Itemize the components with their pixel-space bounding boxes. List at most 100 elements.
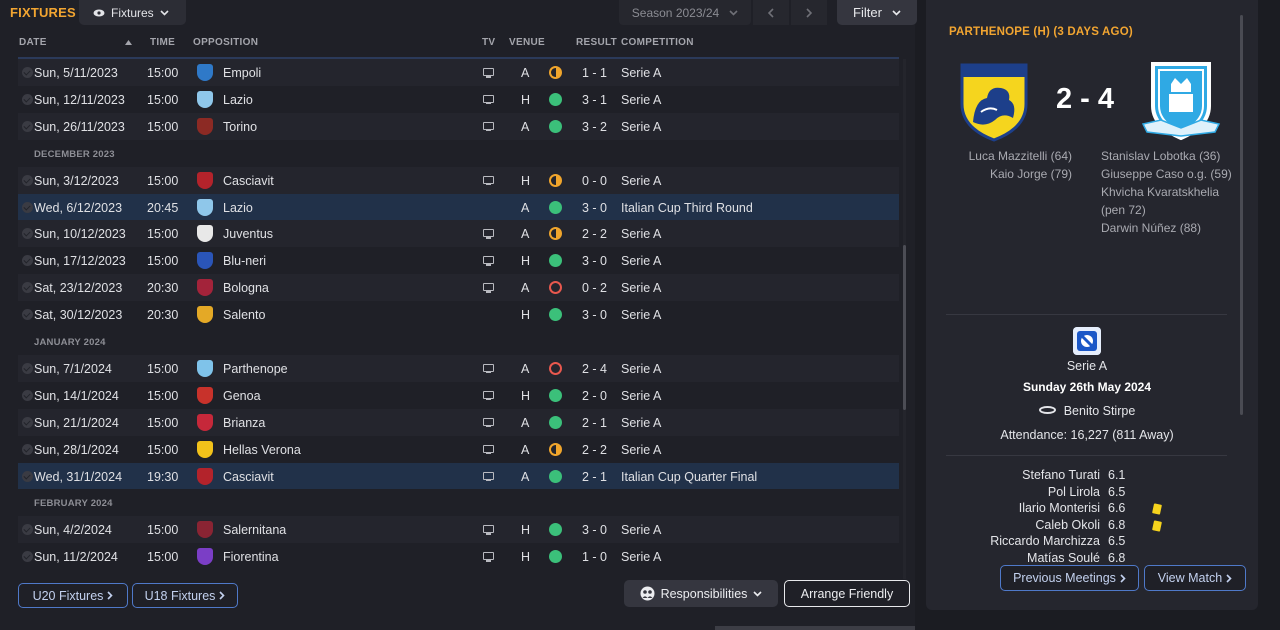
player-ratings-list: Stefano Turati 6.1 Pol Lirola 6.5 Ilario Mon… [926, 468, 1248, 563]
fixture-row[interactable]: Sun, 4/2/2024 15:00 Salernitana H 3 - 0 Serie… [18, 516, 899, 544]
fixture-row[interactable]: Sun, 28/1/2024 15:00 Hellas Verona A 2 - 2 Se… [18, 435, 899, 463]
win-indicator-icon [549, 550, 562, 564]
fixture-row[interactable]: Sun, 11/2/2024 15:00 Fiorentina H 1 - 0 Serie… [18, 543, 899, 571]
fixture-opposition[interactable]: Torino [223, 120, 257, 134]
tv-icon [483, 121, 494, 132]
fixture-competition[interactable]: Serie A [621, 281, 661, 295]
tv-icon [483, 229, 494, 239]
fixture-opposition[interactable]: Casciavit [223, 470, 274, 484]
column-header-time[interactable]: TIME [150, 37, 175, 48]
next-season-button[interactable] [791, 0, 827, 25]
fixture-row[interactable]: Sun, 17/12/2023 15:00 Blu-neri H 3 - 0 Serie … [18, 247, 899, 275]
away-scorer[interactable]: Darwin Núñez (88) [1101, 219, 1241, 237]
view-match-button[interactable]: View Match [1144, 565, 1246, 591]
fixture-opposition[interactable]: Juventus [223, 227, 273, 241]
column-header-competition[interactable]: COMPETITION [621, 37, 694, 48]
month-separator: DECEMBER 2023 [18, 139, 899, 167]
fixture-competition[interactable]: Serie A [621, 227, 661, 241]
win-indicator-icon [549, 119, 562, 133]
team-crest-icon [197, 413, 213, 431]
away-scorer[interactable]: Giuseppe Caso o.g. (59) [1101, 165, 1241, 183]
away-scorer[interactable]: Khvicha Kvaratskhelia (pen 72) [1101, 183, 1241, 219]
chevron-right-icon [1226, 573, 1232, 583]
home-scorer[interactable]: Luca Mazzitelli (64) [940, 147, 1072, 165]
fixture-row[interactable]: Sun, 10/12/2023 15:00 Juventus A 2 - 2 Serie … [18, 220, 899, 248]
player-rating-row[interactable]: Matías Soulé 6.8 [926, 551, 1248, 563]
fixture-result: 3 - 0 [582, 308, 608, 323]
fixture-row[interactable]: Sun, 3/12/2023 15:00 Casciavit H 0 - 0 Serie … [18, 166, 899, 194]
played-check-icon [22, 228, 33, 240]
fixture-row[interactable]: Sun, 26/11/2023 15:00 Torino A 3 - 2 Serie A [18, 112, 899, 140]
player-rating-row[interactable]: Stefano Turati 6.1 [926, 468, 1248, 485]
fixture-opposition[interactable]: Blu-neri [223, 254, 266, 268]
fixture-competition[interactable]: Serie A [621, 66, 661, 80]
fixture-venue: A [521, 361, 530, 376]
scrollbar-thumb[interactable] [903, 245, 906, 410]
fixture-competition[interactable]: Italian Cup Quarter Final [621, 470, 757, 484]
home-scorer[interactable]: Kaio Jorge (79) [940, 165, 1072, 183]
fixtures-view-dropdown[interactable]: Fixtures [79, 0, 186, 25]
fixture-opposition[interactable]: Brianza [223, 416, 265, 430]
previous-meetings-button[interactable]: Previous Meetings [1000, 565, 1139, 591]
player-rating-row[interactable]: Ilario Monterisi 6.6 [926, 501, 1248, 518]
month-separator: FEBRUARY 2024 [18, 489, 899, 517]
fixture-row[interactable]: Sun, 7/1/2024 15:00 Parthenope A 2 - 4 Serie … [18, 354, 899, 382]
fixture-row[interactable]: Sun, 21/1/2024 15:00 Brianza A 2 - 1 Serie A [18, 408, 899, 436]
fixture-opposition[interactable]: Genoa [223, 389, 261, 403]
fixture-competition[interactable]: Serie A [621, 254, 661, 268]
fixture-opposition[interactable]: Bologna [223, 281, 269, 295]
fixture-competition[interactable]: Serie A [621, 308, 661, 322]
fixture-opposition[interactable]: Salento [223, 308, 265, 322]
away-scorer[interactable]: Stanislav Lobotka (36) [1101, 147, 1241, 165]
u20-fixtures-button[interactable]: U20 Fixtures [18, 583, 128, 608]
fixture-opposition[interactable]: Casciavit [223, 174, 274, 188]
fixture-opposition[interactable]: Empoli [223, 66, 261, 80]
fixture-opposition[interactable]: Hellas Verona [223, 443, 301, 457]
player-rating-row[interactable]: Pol Lirola 6.5 [926, 485, 1248, 502]
column-header-opposition[interactable]: OPPOSITION [193, 37, 258, 48]
fixture-competition[interactable]: Serie A [621, 362, 661, 376]
fixture-opposition[interactable]: Fiorentina [223, 550, 279, 564]
fixture-opposition[interactable]: Parthenope [223, 362, 288, 376]
fixture-row[interactable]: Sun, 14/1/2024 15:00 Genoa H 2 - 0 Serie A [18, 381, 899, 409]
player-name: Ilario Monterisi [1018, 501, 1100, 516]
fixture-competition[interactable]: Serie A [621, 174, 661, 188]
previous-season-button[interactable] [753, 0, 789, 25]
fixture-date: Sun, 26/11/2023 [34, 119, 125, 134]
chevron-down-icon [892, 9, 901, 16]
fixture-competition[interactable]: Serie A [621, 443, 661, 457]
fixture-row[interactable]: Sun, 5/11/2023 15:00 Empoli A 1 - 1 Serie A [18, 59, 899, 86]
fixture-competition[interactable]: Serie A [621, 389, 661, 403]
fixture-row[interactable]: Sun, 12/11/2023 15:00 Lazio H 3 - 1 Serie A [18, 85, 899, 113]
fixture-competition[interactable]: Serie A [621, 523, 661, 537]
view-match-label: View Match [1157, 571, 1223, 585]
fixture-competition[interactable]: Serie A [621, 416, 661, 430]
team-crest-icon [197, 90, 213, 108]
fixture-opposition[interactable]: Salernitana [223, 523, 286, 537]
arrange-friendly-button[interactable]: Arrange Friendly [784, 580, 910, 607]
fixture-row[interactable]: Sat, 23/12/2023 20:30 Bologna A 0 - 2 Serie A [18, 274, 899, 302]
filter-button[interactable]: Filter [837, 0, 917, 25]
player-rating-row[interactable]: Riccardo Marchizza 6.5 [926, 534, 1248, 551]
fixture-competition[interactable]: Serie A [621, 93, 661, 107]
column-header-result[interactable]: RESULT [576, 37, 617, 48]
fixture-row[interactable]: Wed, 6/12/2023 20:45 Lazio A 3 - 0 Italian Cu… [18, 193, 899, 221]
responsibilities-dropdown[interactable]: Responsibilities [624, 580, 778, 607]
fixture-competition[interactable]: Serie A [621, 120, 661, 134]
fixture-row[interactable]: Sat, 30/12/2023 20:30 Salento H 3 - 0 Serie A [18, 301, 899, 329]
player-rating-row[interactable]: Caleb Okoli 6.8 [926, 518, 1248, 535]
column-header-tv[interactable]: TV [482, 37, 495, 48]
fixture-result: 2 - 0 [582, 388, 608, 403]
season-dropdown[interactable]: Season 2023/24 [619, 0, 751, 25]
u18-fixtures-button[interactable]: U18 Fixtures [132, 583, 238, 608]
fixture-opposition[interactable]: Lazio [223, 93, 253, 107]
fixture-competition[interactable]: Italian Cup Third Round [621, 201, 753, 215]
serie-a-icon [1073, 327, 1101, 355]
player-rating: 6.5 [1108, 484, 1126, 499]
column-header-date[interactable]: DATE [19, 37, 47, 48]
fixture-result: 0 - 0 [582, 173, 608, 188]
column-header-venue[interactable]: VENUE [509, 37, 545, 48]
fixture-opposition[interactable]: Lazio [223, 201, 253, 215]
fixture-competition[interactable]: Serie A [621, 550, 661, 564]
fixture-row[interactable]: Wed, 31/1/2024 19:30 Casciavit A 2 - 1 Italia… [18, 462, 899, 490]
